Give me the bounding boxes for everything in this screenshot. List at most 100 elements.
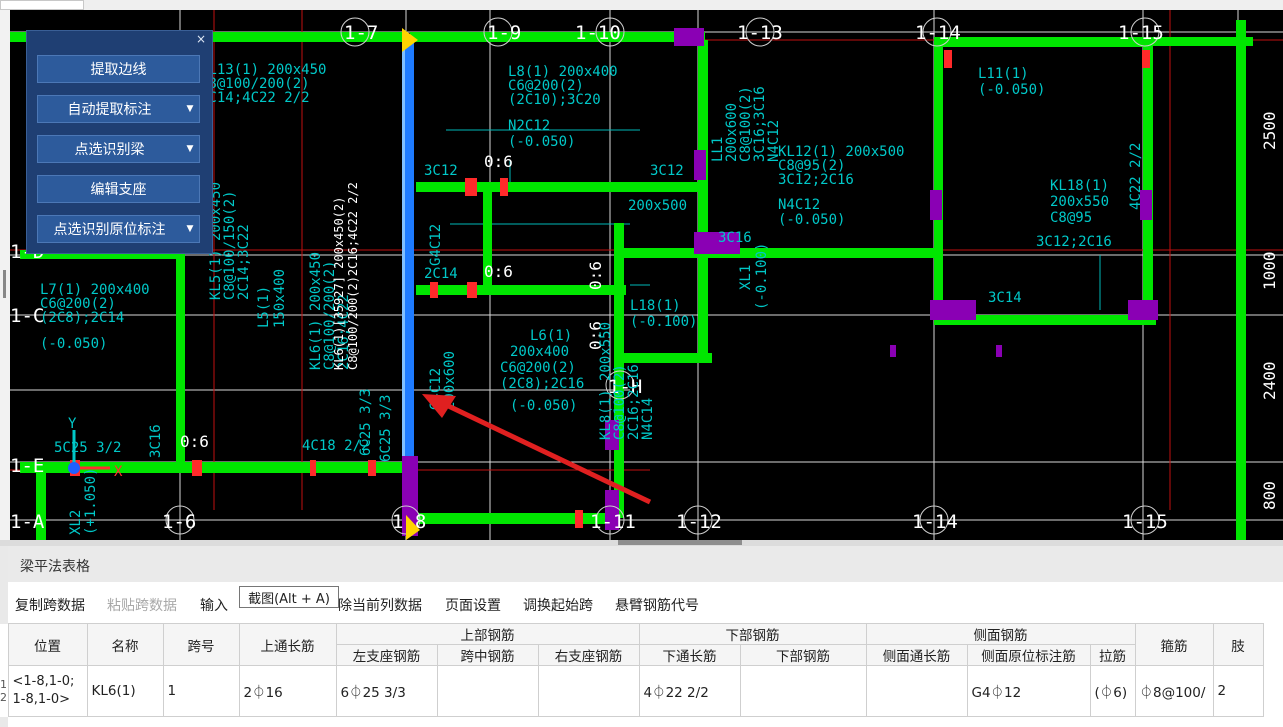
side-frame xyxy=(0,10,10,540)
pick-identify-in-situ-button[interactable]: 点选识别原位标注 ▼ xyxy=(37,215,200,243)
pick-identify-beam-button[interactable]: 点选识别梁 ▼ xyxy=(37,135,200,163)
svg-text:(-0.100): (-0.100) xyxy=(754,243,770,310)
svg-text:(-0.100): (-0.100) xyxy=(630,314,697,330)
extract-edge-button[interactable]: 提取边线 xyxy=(37,55,200,83)
col-side-continuous[interactable]: 侧面通长筋 xyxy=(865,644,968,666)
col-left-support[interactable]: 左支座钢筋 xyxy=(335,644,438,666)
svg-text:L5(1): L5(1) xyxy=(256,286,272,328)
beam-table: 位置 名称 跨号 上通长筋 上部钢筋 下部钢筋 侧面钢筋 箍筋 肢 左支座钢筋 … xyxy=(0,623,1264,717)
col-span[interactable]: 跨号 xyxy=(162,623,240,666)
clear-column-data-button[interactable]: 除当前列数据 xyxy=(338,595,422,615)
svg-text:1-A: 1-A xyxy=(10,511,45,533)
svg-text:XL1: XL1 xyxy=(738,265,754,290)
svg-text:C8@100/200(2)2C16;4C22 2/2: C8@100/200(2)2C16;4C22 2/2 xyxy=(346,182,360,370)
svg-text:6C25 3/3: 6C25 3/3 xyxy=(358,389,374,456)
col-side-in-situ[interactable]: 侧面原位标注筋 xyxy=(966,644,1091,666)
svg-text:1000: 1000 xyxy=(1260,251,1279,290)
svg-text:1-7: 1-7 xyxy=(344,22,378,44)
col-mid-span[interactable]: 跨中钢筋 xyxy=(436,644,539,666)
chevron-down-icon[interactable]: ▼ xyxy=(181,104,199,114)
table-row[interactable]: 1 2 <1-8,1-0; 1-8,1-0> KL6(1) 1 2⏀16 6⏀2… xyxy=(0,665,1264,717)
cantilever-code-button[interactable]: 悬臂钢筋代号 xyxy=(615,595,699,615)
cell-side-continuous[interactable] xyxy=(865,665,968,717)
svg-text:N4C14: N4C14 xyxy=(640,398,656,440)
cell-span[interactable]: 1 xyxy=(162,665,240,717)
svg-text:KL6(1)[35927] 200x450(2): KL6(1)[35927] 200x450(2) xyxy=(332,197,346,370)
col-name[interactable]: 名称 xyxy=(86,623,164,666)
splitter-grip[interactable] xyxy=(618,540,742,545)
cell-right-support[interactable] xyxy=(537,665,640,717)
cell-mid-span[interactable] xyxy=(436,665,539,717)
svg-text:1-11: 1-11 xyxy=(590,511,636,533)
svg-text:Y: Y xyxy=(68,416,77,432)
col-bottom-rebar[interactable]: 下部钢筋 xyxy=(739,644,867,666)
col-position[interactable]: 位置 xyxy=(7,623,88,666)
top-strip xyxy=(0,0,1283,10)
cell-legs[interactable]: 2 xyxy=(1212,665,1264,717)
auto-extract-annotation-button[interactable]: 自动提取标注 ▼ xyxy=(37,95,200,123)
beam-identify-panel[interactable]: × 提取边线 自动提取标注 ▼ 点选识别梁 ▼ 编辑支座 点选识别原位标注 ▼ xyxy=(26,30,213,254)
table-toolbar: 复制跨数据 粘贴跨数据 输入 除当前列数据 页面设置 调换起始跨 悬臂钢筋代号 xyxy=(8,582,1283,622)
cell-stirrup[interactable]: ⏀8@100/ xyxy=(1134,665,1214,717)
svg-text:3C12: 3C12 xyxy=(650,163,684,179)
svg-text:1-6: 1-6 xyxy=(162,511,196,533)
svg-text:1-E: 1-E xyxy=(10,455,44,477)
svg-text:6C25 3/3: 6C25 3/3 xyxy=(378,395,394,462)
col-stirrup[interactable]: 箍筋 xyxy=(1134,623,1214,666)
svg-text:1-10: 1-10 xyxy=(575,22,621,44)
svg-text:0:6: 0:6 xyxy=(180,432,209,451)
svg-text:1-14: 1-14 xyxy=(912,511,958,533)
svg-text:(-0.050): (-0.050) xyxy=(510,398,577,414)
svg-text:(2C10);3C20: (2C10);3C20 xyxy=(508,92,601,108)
col-right-support[interactable]: 右支座钢筋 xyxy=(537,644,640,666)
col-bottom-continuous[interactable]: 下通长筋 xyxy=(638,644,741,666)
page-setup-button[interactable]: 页面设置 xyxy=(445,595,501,615)
svg-text:4C22 2/2: 4C22 2/2 xyxy=(1128,143,1144,210)
svg-text:G4C12: G4C12 xyxy=(428,224,444,266)
svg-text:5C25 3/2: 5C25 3/2 xyxy=(54,440,121,456)
svg-text:200x550: 200x550 xyxy=(1050,194,1109,210)
chevron-down-icon[interactable]: ▼ xyxy=(181,144,199,154)
cell-tie[interactable]: (⏀6) xyxy=(1089,665,1136,717)
chevron-down-icon[interactable]: ▼ xyxy=(181,224,199,234)
svg-text:1-13: 1-13 xyxy=(737,22,783,44)
cell-name[interactable]: KL6(1) xyxy=(86,665,164,717)
svg-text:800: 800 xyxy=(1260,481,1279,510)
cell-side-in-situ[interactable]: G4⏀12 xyxy=(966,665,1091,717)
cell-bottom-rebar[interactable] xyxy=(739,665,867,717)
svg-text:0:6: 0:6 xyxy=(484,262,513,281)
side-collapse-handle[interactable] xyxy=(3,270,6,298)
svg-text:N4C12: N4C12 xyxy=(778,197,820,213)
col-group-side: 侧面钢筋 xyxy=(865,623,1136,645)
cell-top-continuous[interactable]: 2⏀16 xyxy=(238,665,337,717)
svg-text:200x500: 200x500 xyxy=(628,198,687,214)
svg-text:2400: 2400 xyxy=(1260,361,1279,400)
close-icon[interactable]: × xyxy=(196,32,206,46)
svg-text:3C14: 3C14 xyxy=(988,290,1022,306)
top-strip-box xyxy=(0,0,84,10)
svg-text:150x400: 150x400 xyxy=(272,269,288,328)
copy-span-data-button[interactable]: 复制跨数据 xyxy=(15,595,85,615)
svg-text:3C12;2C16: 3C12;2C16 xyxy=(778,172,854,188)
svg-text:2C14: 2C14 xyxy=(424,266,458,282)
col-legs[interactable]: 肢 xyxy=(1212,623,1264,666)
col-group-bottom: 下部钢筋 xyxy=(638,623,867,645)
cell-bottom-continuous[interactable]: 4⏀22 2/2 xyxy=(638,665,741,717)
col-top-continuous[interactable]: 上通长筋 xyxy=(238,623,337,666)
svg-text:C6@200(2): C6@200(2) xyxy=(500,360,576,376)
svg-text:1-15: 1-15 xyxy=(1118,22,1164,44)
input-button[interactable]: 输入 xyxy=(200,595,228,615)
swap-start-span-button[interactable]: 调换起始跨 xyxy=(523,595,593,615)
row-numbers: 1 2 xyxy=(0,665,8,717)
paste-span-data-button[interactable]: 粘贴跨数据 xyxy=(107,595,177,615)
svg-text:200x400: 200x400 xyxy=(510,344,569,360)
edit-support-button[interactable]: 编辑支座 xyxy=(37,175,200,203)
cell-position[interactable]: <1-8,1-0; 1-8,1-0> xyxy=(7,665,88,717)
svg-text:L11(1): L11(1) xyxy=(978,66,1029,82)
svg-text:2C14;3C22: 2C14;3C22 xyxy=(236,224,252,300)
svg-text:3C16: 3C16 xyxy=(148,424,164,458)
cell-left-support[interactable]: 6⏀25 3/3 xyxy=(335,665,438,717)
cad-canvas[interactable]: 1-7 1-9 1-10 1-13 1-14 1-15 1-C 1-E 1-A … xyxy=(10,10,1283,540)
col-tie[interactable]: 拉筋 xyxy=(1089,644,1136,666)
svg-text:0:6: 0:6 xyxy=(586,261,605,290)
